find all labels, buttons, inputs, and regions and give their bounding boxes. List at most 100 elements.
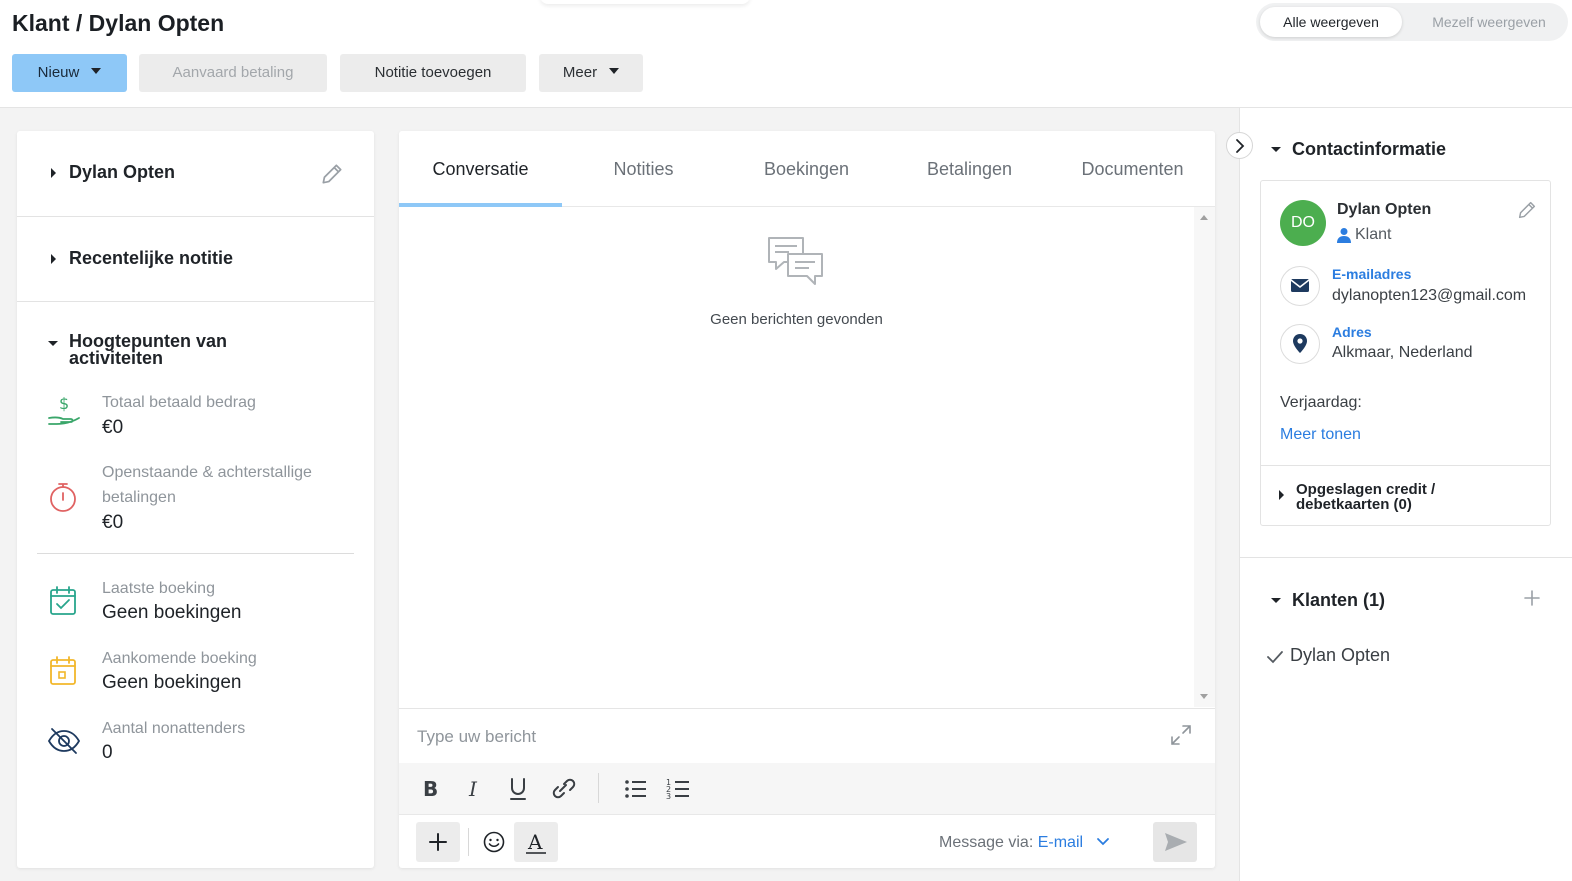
customers-title: Klanten (1): [1292, 590, 1386, 610]
scroll-down-arrow-icon[interactable]: [1200, 694, 1208, 699]
recent-note-title: Recentelijke notitie: [69, 248, 234, 268]
conversation-area: Geen berichten gevonden: [399, 207, 1194, 707]
chat-bubbles-icon: [766, 235, 826, 294]
divider: [1240, 557, 1572, 558]
location-pin-icon: [1280, 324, 1320, 364]
stat-label: Laatste boeking: [102, 580, 215, 597]
underline-icon[interactable]: [503, 775, 533, 803]
toolbar-separator: [598, 773, 599, 803]
collapse-arrow-icon[interactable]: [1271, 598, 1281, 603]
tab-bar: Conversatie Notities Boekingen Betalinge…: [399, 131, 1215, 207]
expand-arrow-icon: [1279, 490, 1284, 500]
saved-cards-title: Opgeslagen credit / debetkaarten (0): [1296, 481, 1436, 513]
email-value[interactable]: dylanopten123@gmail.com: [1332, 287, 1537, 305]
stat-label: Aankomende boeking: [102, 650, 257, 667]
italic-icon[interactable]: I: [460, 775, 490, 803]
new-button[interactable]: Nieuw: [12, 54, 127, 92]
calendar-icon: [47, 654, 79, 693]
address-label: Adres: [1332, 324, 1372, 340]
chevron-down-icon: [1096, 838, 1109, 846]
pencil-icon[interactable]: [1516, 199, 1538, 226]
stat-value: Geen boekingen: [102, 672, 242, 693]
accept-payment-button[interactable]: Aanvaard betaling: [139, 54, 327, 92]
scroll-up-arrow-icon[interactable]: [1200, 215, 1208, 220]
add-note-button[interactable]: Notitie toevoegen: [340, 54, 526, 92]
page-title: Klant / Dylan Opten: [12, 10, 225, 36]
new-button-label: Nieuw: [37, 64, 80, 81]
pencil-icon[interactable]: [319, 161, 345, 192]
text-format-button[interactable]: A: [514, 822, 558, 862]
address-value: Alkmaar, Nederland: [1332, 344, 1473, 361]
bullet-list-icon[interactable]: [620, 775, 650, 803]
view-all-option[interactable]: Alle weergeven: [1260, 7, 1402, 37]
emoji-icon[interactable]: [481, 829, 507, 860]
birthday-label: Verjaardag:: [1280, 394, 1362, 411]
expand-icon[interactable]: [1170, 724, 1192, 751]
stopwatch-icon: [47, 480, 79, 519]
email-icon: [1280, 266, 1320, 306]
caret-down-icon: [91, 68, 102, 75]
tab-documents[interactable]: Documenten: [1051, 131, 1214, 207]
stat-label: Aantal nonattenders: [102, 720, 246, 737]
stat-label: Openstaande & achterstallige betalingen: [102, 464, 312, 506]
email-label: E-mailadres: [1332, 266, 1412, 282]
caret-down-icon: [609, 68, 620, 75]
add-attachment-button[interactable]: [416, 822, 460, 862]
svg-text:A: A: [527, 830, 543, 854]
calendar-check-icon: [47, 584, 79, 623]
conversation-panel: Conversatie Notities Boekingen Betalinge…: [399, 131, 1215, 868]
collapse-arrow-icon[interactable]: [48, 341, 58, 346]
contact-info-title: Contactinformatie: [1292, 139, 1447, 159]
more-button-label: Meer: [562, 64, 598, 81]
message-composer: B I 123: [399, 708, 1215, 868]
customer-list-item[interactable]: Dylan Opten: [1290, 645, 1390, 666]
bold-icon[interactable]: B: [416, 775, 446, 803]
page-header: Klant / Dylan Opten Alle weergeven Mezel…: [0, 0, 1572, 108]
svg-text:I: I: [468, 777, 478, 801]
contact-card: DO Dylan Opten Klant E-mailadres dylanop…: [1260, 180, 1551, 526]
message-via[interactable]: Message via: E-mail: [939, 834, 1110, 852]
eye-slash-icon: [47, 726, 81, 761]
composer-actions: A Message via: E-mail: [399, 816, 1215, 869]
highlights-section: Hoogtepunten van activiteiten $ Totaal b…: [17, 302, 374, 868]
money-hand-icon: $: [47, 394, 83, 433]
stat-value: Geen boekingen: [102, 602, 242, 623]
stat-value: 0: [102, 742, 113, 763]
empty-state-message: Geen berichten gevonden: [710, 311, 883, 328]
contact-sidebar: Contactinformatie DO Dylan Opten Klant E…: [1239, 108, 1572, 881]
saved-cards-section[interactable]: Opgeslagen credit / debetkaarten (0): [1261, 466, 1550, 526]
person-icon: [1337, 227, 1351, 248]
customer-name: Dylan Opten: [69, 162, 176, 182]
collapse-sidebar-button[interactable]: [1226, 132, 1253, 159]
separator: [468, 828, 469, 856]
tab-payments[interactable]: Betalingen: [888, 131, 1051, 207]
message-via-label: Message via:: [939, 834, 1034, 851]
add-customer-plus-icon[interactable]: [1522, 588, 1542, 613]
show-more-link[interactable]: Meer tonen: [1280, 426, 1361, 444]
svg-text:B: B: [423, 777, 438, 801]
scrollbar[interactable]: [1194, 207, 1215, 707]
link-icon[interactable]: [547, 775, 577, 803]
collapse-arrow-icon[interactable]: [1271, 147, 1281, 152]
view-toggle: Alle weergeven Mezelf weergeven: [1256, 3, 1568, 41]
customer-summary-panel: Dylan Opten Recentelijke notitie Hoogtep…: [17, 131, 374, 868]
view-self-option[interactable]: Mezelf weergeven: [1416, 7, 1562, 37]
message-via-value[interactable]: E-mail: [1038, 834, 1083, 851]
message-input[interactable]: [417, 723, 1157, 751]
recent-note-section[interactable]: Recentelijke notitie: [17, 217, 374, 302]
expand-arrow-icon: [51, 168, 56, 178]
expand-arrow-icon: [51, 254, 56, 264]
tab-bookings[interactable]: Boekingen: [725, 131, 888, 207]
numbered-list-icon[interactable]: 123: [663, 775, 693, 803]
formatting-toolbar: B I 123: [399, 763, 1215, 815]
checkmark-icon: [1266, 649, 1284, 670]
more-button[interactable]: Meer: [539, 54, 643, 92]
svg-text:$: $: [59, 394, 69, 413]
customer-name-section[interactable]: Dylan Opten: [17, 131, 374, 217]
stat-label: Totaal betaald bedrag: [102, 394, 256, 411]
contact-role: Klant: [1355, 226, 1392, 243]
tab-conversation[interactable]: Conversatie: [399, 131, 562, 207]
tab-notes[interactable]: Notities: [562, 131, 725, 207]
stat-value: €0: [102, 512, 124, 533]
send-button[interactable]: [1153, 822, 1197, 862]
